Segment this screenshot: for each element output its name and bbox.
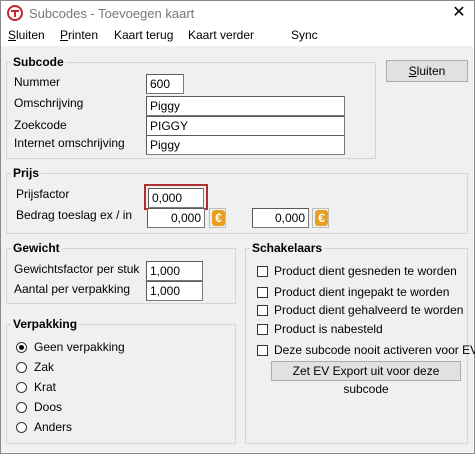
- radio-anders[interactable]: [16, 422, 27, 433]
- prijs-legend: Prijs: [13, 166, 40, 180]
- window-title: Subcodes - Toevoegen kaart: [29, 6, 195, 21]
- omschrijving-field[interactable]: Piggy: [146, 96, 345, 116]
- gewichtsfactor-field[interactable]: 1,000: [146, 261, 203, 281]
- checkbox-label-nabesteld: Product is nabesteld: [274, 322, 383, 336]
- checkbox-gehalveerd[interactable]: [257, 305, 268, 316]
- toeslag-label: Bedrag toeslag ex / in: [16, 208, 133, 222]
- schakelaars-legend: Schakelaars: [252, 241, 323, 255]
- prijs-group: Prijs: [6, 166, 468, 234]
- aantal-label: Aantal per verpakking: [14, 282, 131, 296]
- nummer-field[interactable]: 600: [146, 74, 184, 94]
- radio-zak[interactable]: [16, 362, 27, 373]
- close-window-button[interactable]: ✕: [447, 1, 471, 25]
- zoekcode-label: Zoekcode: [14, 118, 67, 132]
- menu-kaart-terug[interactable]: Kaart terug: [114, 28, 173, 42]
- menu-bar: Sluiten Printen Kaart terug Kaart verder…: [1, 25, 473, 46]
- euro-icon: €: [212, 210, 225, 226]
- nummer-label: Nummer: [14, 75, 61, 89]
- radio-label-krat: Krat: [34, 380, 57, 394]
- menu-sync[interactable]: Sync: [291, 28, 318, 42]
- subcode-legend: Subcode: [13, 55, 64, 69]
- internet-omschrijving-field[interactable]: Piggy: [146, 135, 345, 155]
- euro-icon: €: [315, 210, 328, 226]
- prijsfactor-field[interactable]: 0,000: [148, 188, 204, 208]
- toeslag-in-currency-button[interactable]: €: [312, 208, 329, 228]
- gewichtsfactor-label: Gewichtsfactor per stuk: [14, 262, 140, 276]
- checkbox-label-gehalveerd: Product dient gehalveerd te worden: [274, 303, 464, 317]
- gewicht-legend: Gewicht: [13, 241, 60, 255]
- prijsfactor-label: Prijsfactor: [16, 187, 70, 201]
- verpakking-legend: Verpakking: [13, 317, 78, 331]
- zoekcode-field[interactable]: PIGGY: [146, 116, 345, 136]
- checkbox-nooit-activeren-ev[interactable]: [257, 345, 268, 356]
- aantal-field[interactable]: 1,000: [146, 281, 203, 301]
- radio-label-doos: Doos: [34, 400, 63, 414]
- checkbox-label-gesneden: Product dient gesneden te worden: [274, 264, 457, 278]
- menu-sluiten[interactable]: Sluiten: [8, 28, 45, 42]
- title-bar: Subcodes - Toevoegen kaart: [1, 1, 473, 25]
- app-logo-icon: [7, 5, 23, 21]
- toeslag-ex-currency-button[interactable]: €: [209, 208, 226, 228]
- ev-export-button[interactable]: Zet EV Export uit voor deze subcode: [271, 361, 461, 396]
- radio-label-geen-verpakking: Geen verpakking: [34, 340, 125, 354]
- radio-label-zak: Zak: [34, 360, 55, 374]
- checkbox-ingepakt[interactable]: [257, 287, 268, 298]
- radio-krat[interactable]: [16, 382, 27, 393]
- menu-printen[interactable]: Printen: [60, 28, 98, 42]
- radio-label-anders: Anders: [34, 420, 73, 434]
- checkbox-label-ingepakt: Product dient ingepakt te worden: [274, 285, 450, 299]
- toeslag-in-field[interactable]: 0,000: [252, 208, 309, 228]
- radio-doos[interactable]: [16, 402, 27, 413]
- checkbox-gesneden[interactable]: [257, 266, 268, 277]
- omschrijving-label: Omschrijving: [14, 96, 84, 110]
- checkbox-nabesteld[interactable]: [257, 324, 268, 335]
- menu-kaart-verder[interactable]: Kaart verder: [188, 28, 254, 42]
- checkbox-label-nooit-activeren-ev: Deze subcode nooit activeren voor EV: [274, 343, 475, 357]
- internet-omschrijving-label: Internet omschrijving: [14, 136, 125, 150]
- radio-geen-verpakking[interactable]: [16, 342, 27, 353]
- toeslag-ex-field[interactable]: 0,000: [147, 208, 205, 228]
- sluiten-button[interactable]: Sluiten: [386, 60, 468, 82]
